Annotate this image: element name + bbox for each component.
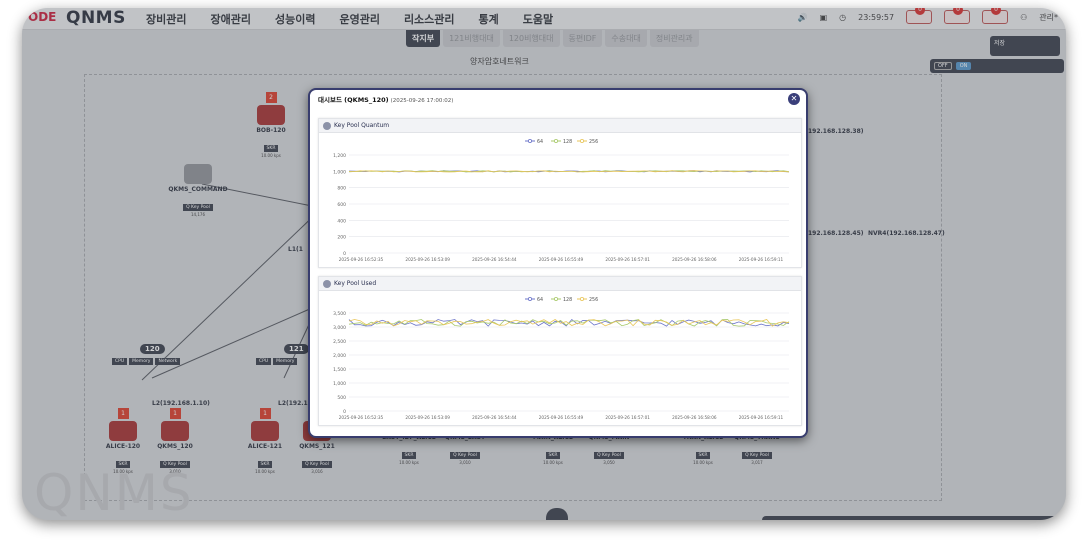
y-tick-label: 3,000 <box>333 325 346 331</box>
modal-timestamp: (2025-09-26 17:00:02) <box>390 98 454 104</box>
x-tick-label: 2025-09-26 16:55:49 <box>539 257 584 262</box>
legend-marker <box>579 297 584 302</box>
legend-label: 64 <box>537 139 543 145</box>
x-tick-label: 2025-09-26 16:54:44 <box>472 415 517 420</box>
legend-label: 256 <box>589 139 598 145</box>
legend-marker <box>553 297 558 302</box>
y-tick-label: 800 <box>337 186 346 192</box>
x-tick-label: 2025-09-26 16:57:01 <box>605 257 650 262</box>
x-tick-label: 2025-09-26 16:52:35 <box>339 415 384 420</box>
y-tick-label: 600 <box>337 202 346 208</box>
legend-marker <box>527 297 532 302</box>
y-tick-label: 1,200 <box>333 153 346 159</box>
panel-key-pool-quantum: Key Pool Quantum 0 200 400 600 800 1,000 1,200… <box>318 118 802 268</box>
modal-title-text: 대시보드 (QKMS_120) <box>318 96 389 104</box>
x-tick-label: 2025-09-26 16:52:35 <box>339 257 384 262</box>
y-tick-label: 200 <box>337 235 346 241</box>
x-tick-label: 2025-09-26 16:55:49 <box>539 415 584 420</box>
legend-label: 64 <box>537 297 543 303</box>
panel-header: Key Pool Used <box>319 277 801 291</box>
panel-key-pool-used: Key Pool Used 0 500 1,000 1,500 2,000 2,500 3,… <box>318 276 802 426</box>
y-tick-label: 500 <box>337 395 346 401</box>
app-window: ODE QNMS 장비관리 장애관리 성능이력 운영관리 리소스관리 통계 도움… <box>22 8 1066 520</box>
y-tick-label: 2,000 <box>333 353 346 359</box>
legend-label: 128 <box>563 297 572 303</box>
x-tick-label: 2025-09-26 16:54:44 <box>472 257 517 262</box>
x-tick-label: 2025-09-26 16:58:06 <box>672 415 717 420</box>
y-tick-label: 400 <box>337 218 346 224</box>
panel-header: Key Pool Quantum <box>319 119 801 133</box>
modal-header: 대시보드 (QKMS_120) (2025-09-26 17:00:02) ✕ <box>310 90 806 106</box>
chart-key-pool-used: 05001,0001,5002,0002,5003,0003,5002025-0… <box>333 297 790 420</box>
y-tick-label: 3,500 <box>333 311 346 317</box>
close-icon[interactable]: ✕ <box>788 93 800 105</box>
panel-icon <box>323 280 331 288</box>
x-tick-label: 2025-09-26 16:57:01 <box>605 415 650 420</box>
dashboard-modal: 대시보드 (QKMS_120) (2025-09-26 17:00:02) ✕ K… <box>308 88 808 438</box>
panel-icon <box>323 122 331 130</box>
y-tick-label: 1,000 <box>333 381 346 387</box>
x-tick-label: 2025-09-26 16:53:09 <box>405 257 450 262</box>
y-tick-label: 2,500 <box>333 339 346 345</box>
chart-key-pool-quantum: 02004006008001,0001,2002025-09-26 16:52:… <box>333 139 790 262</box>
modal-title: 대시보드 (QKMS_120) (2025-09-26 17:00:02) <box>318 94 453 104</box>
x-tick-label: 2025-09-26 16:53:09 <box>405 415 450 420</box>
y-tick-label: 1,000 <box>333 169 346 175</box>
legend-marker <box>553 139 558 144</box>
x-tick-label: 2025-09-26 16:59:11 <box>739 415 784 420</box>
legend-label: 256 <box>589 297 598 303</box>
panel-title: Key Pool Used <box>334 280 377 287</box>
x-tick-label: 2025-09-26 16:58:06 <box>672 257 717 262</box>
legend-label: 128 <box>563 139 572 145</box>
legend-marker <box>527 139 532 144</box>
legend-marker <box>579 139 584 144</box>
y-tick-label: 1,500 <box>333 367 346 373</box>
x-tick-label: 2025-09-26 16:59:11 <box>739 257 784 262</box>
panel-title: Key Pool Quantum <box>334 122 390 129</box>
